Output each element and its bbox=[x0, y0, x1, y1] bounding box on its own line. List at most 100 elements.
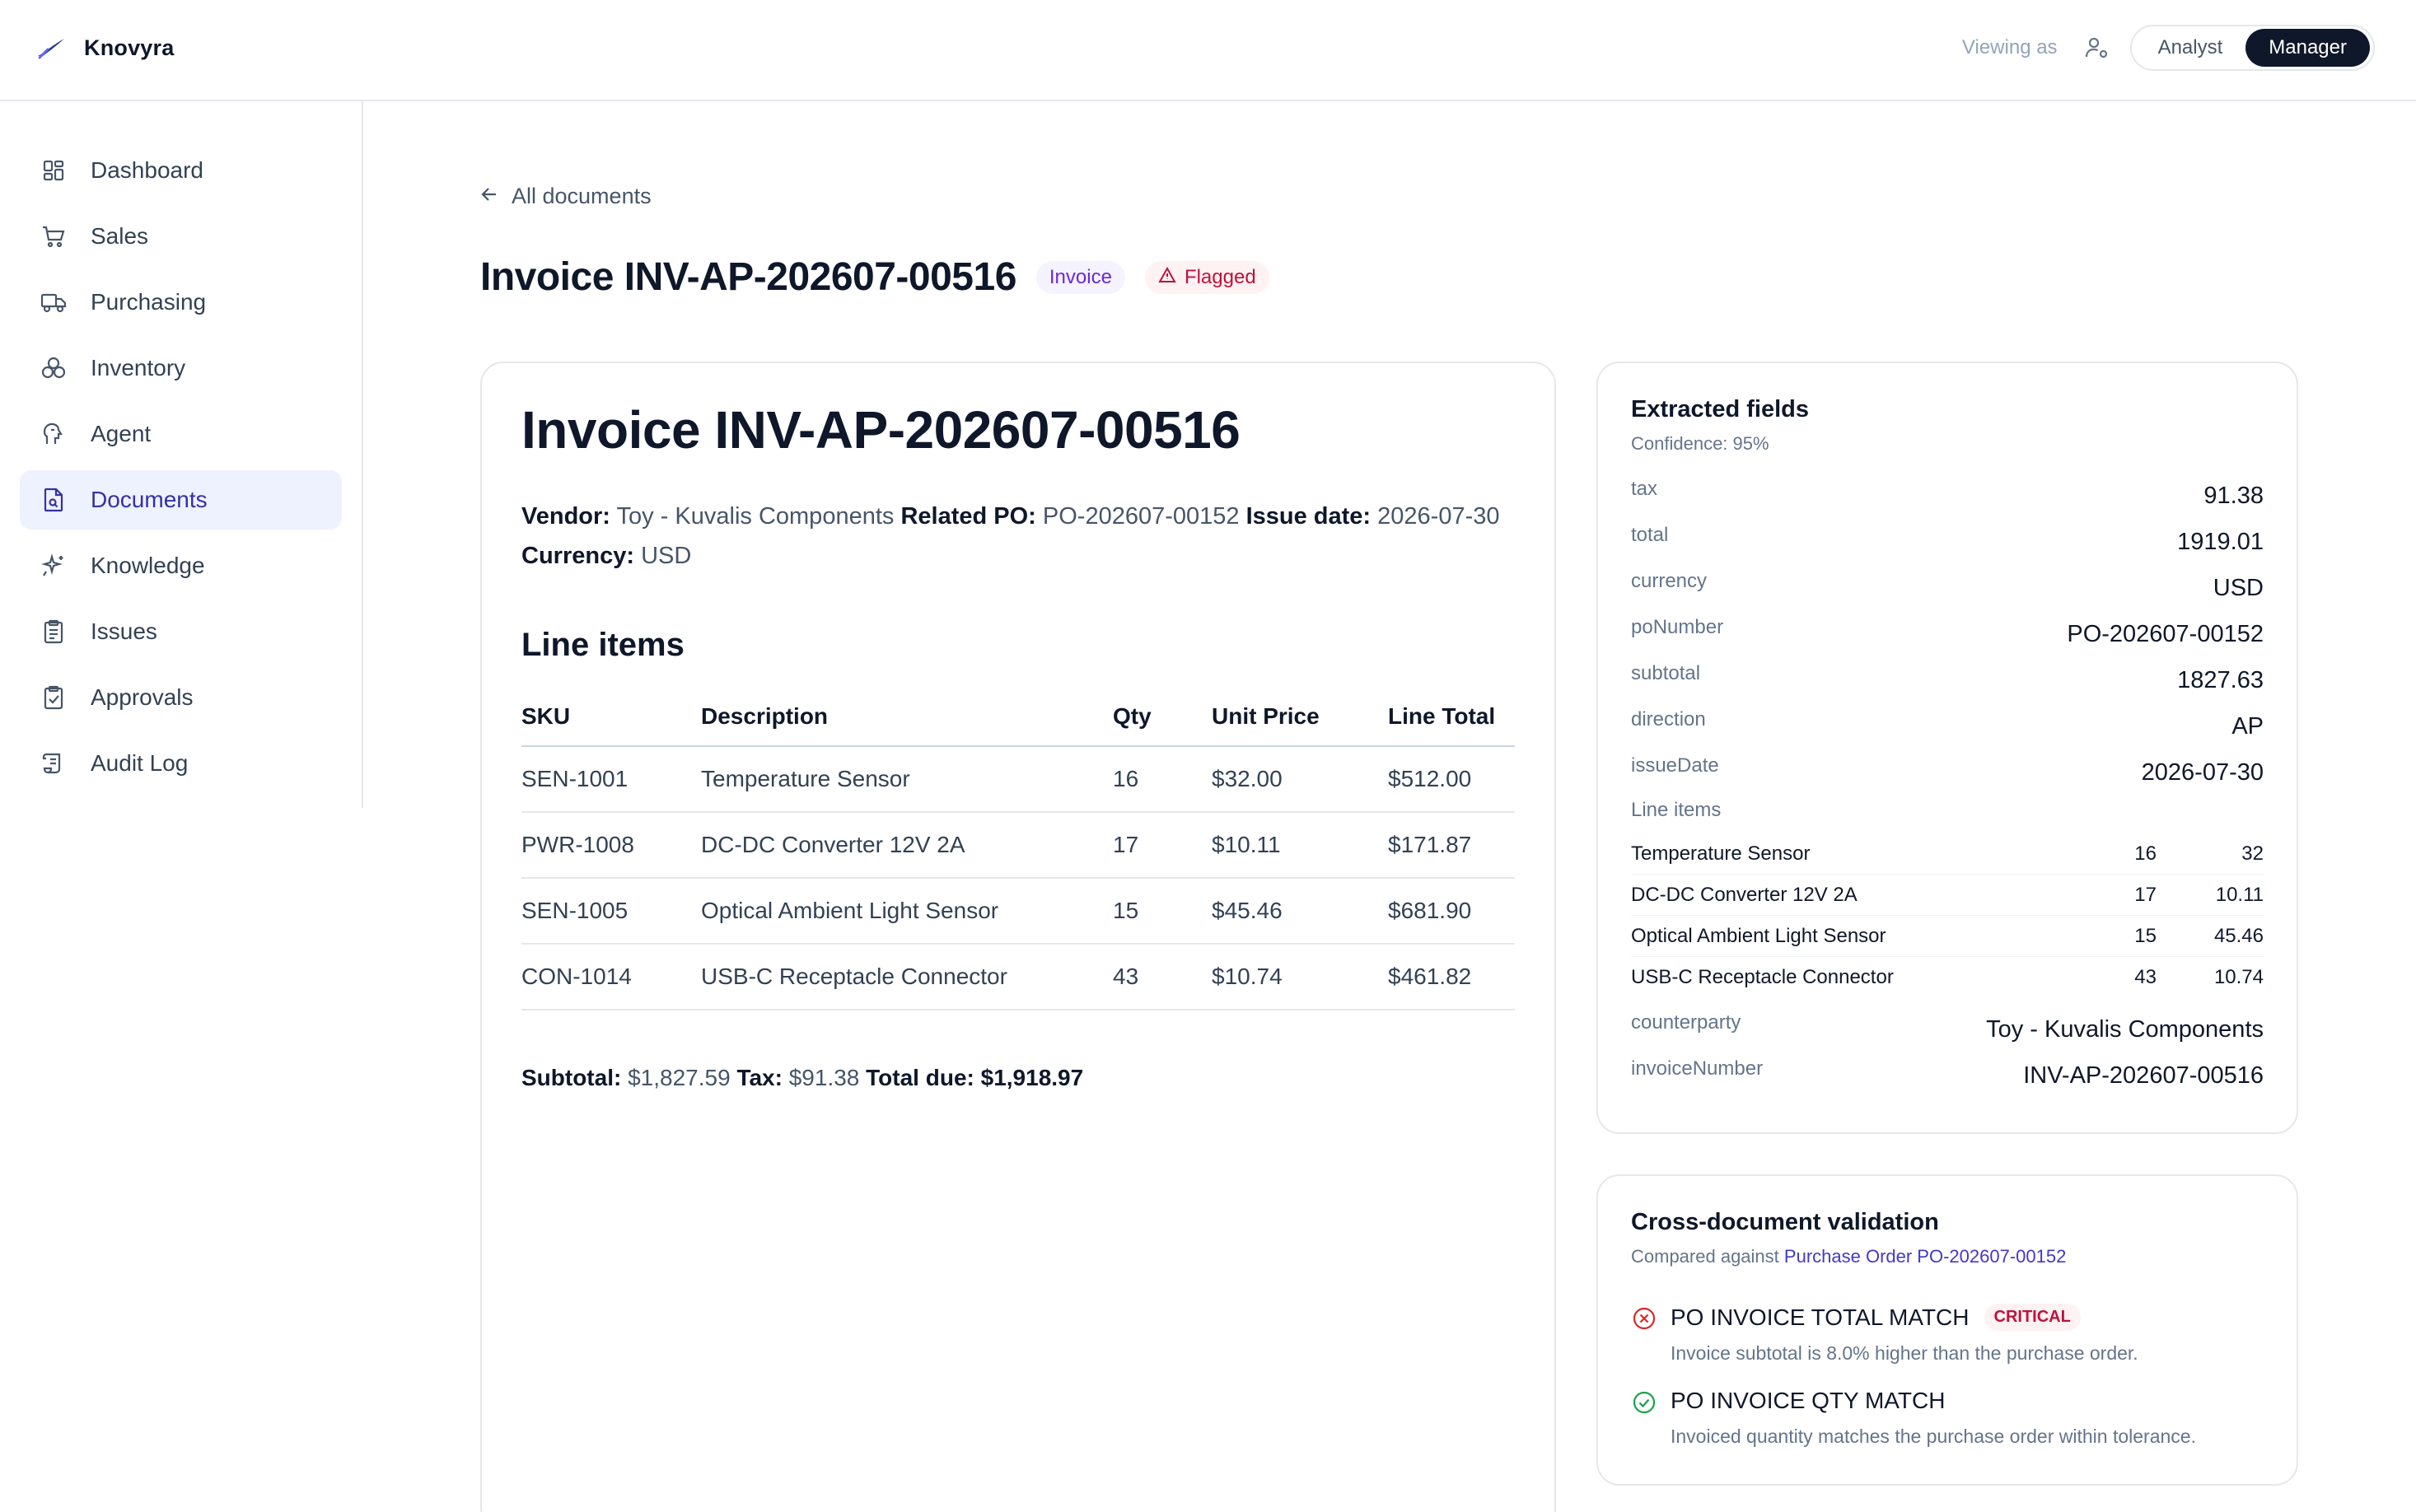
sidebar-item-agent[interactable]: Agent bbox=[20, 404, 342, 464]
line-total-cell: $512.00 bbox=[1388, 746, 1515, 813]
check-title: PO INVOICE TOTAL MATCH CRITICAL bbox=[1671, 1304, 2138, 1331]
field-row-issue-date: issueDate 2026-07-30 bbox=[1631, 753, 2264, 799]
boxes-icon bbox=[40, 354, 68, 382]
back-link[interactable]: All documents bbox=[480, 184, 652, 209]
field-key: invoiceNumber bbox=[1631, 1057, 1764, 1080]
tax-value: $91.38 bbox=[788, 1065, 860, 1090]
sparkle-icon bbox=[40, 552, 68, 580]
sidebar-item-knowledge[interactable]: Knowledge bbox=[20, 536, 342, 595]
sidebar-item-issues[interactable]: Issues bbox=[20, 602, 342, 661]
sidebar-item-dashboard[interactable]: Dashboard bbox=[20, 141, 342, 200]
item-qty: 17 bbox=[2134, 883, 2157, 906]
sidebar-item-label: Audit Log bbox=[91, 750, 189, 776]
list-item: DC-DC Converter 12V 2A 17 10.11 bbox=[1631, 875, 2264, 916]
unit-price-cell: $45.46 bbox=[1212, 878, 1388, 945]
tax-label: Tax: bbox=[736, 1065, 783, 1090]
confidence-text: Confidence: 95% bbox=[1631, 433, 1769, 454]
sidebar-item-label: Inventory bbox=[91, 355, 186, 380]
field-key: tax bbox=[1631, 478, 1658, 500]
extracted-fields-title: Extracted fields bbox=[1631, 396, 1809, 422]
brand[interactable]: Knovyra bbox=[36, 30, 174, 66]
table-header-row: SKU Description Qty Unit Price Line Tota… bbox=[521, 687, 1515, 747]
item-price: 10.11 bbox=[2215, 883, 2264, 906]
role-switcher: Viewing as Analyst Manager bbox=[1962, 25, 2416, 71]
clipboard-list-icon bbox=[40, 618, 68, 646]
sidebar-item-inventory[interactable]: Inventory bbox=[20, 338, 342, 398]
sidebar-item-documents[interactable]: Documents bbox=[20, 470, 342, 530]
field-value: 91.38 bbox=[2203, 483, 2264, 509]
item-name: USB-C Receptacle Connector bbox=[1631, 966, 1894, 988]
back-link-label: All documents bbox=[512, 184, 652, 208]
check-title-text: PO INVOICE QTY MATCH bbox=[1671, 1388, 1946, 1413]
purchase-order-link[interactable]: Purchase Order PO-202607-00152 bbox=[1784, 1246, 2066, 1267]
total-due-value: $1,918.97 bbox=[980, 1065, 1084, 1090]
item-qty: 15 bbox=[2134, 924, 2157, 947]
field-row-total: total 1919.01 bbox=[1631, 522, 2264, 568]
validation-card: Cross-document validation Compared again… bbox=[1596, 1174, 2298, 1486]
item-qty: 43 bbox=[2134, 966, 2157, 988]
description-cell: DC-DC Converter 12V 2A bbox=[701, 812, 1113, 879]
brain-icon bbox=[40, 420, 68, 448]
field-key: poNumber bbox=[1631, 616, 1724, 638]
document-type-badge: Invoice bbox=[1035, 260, 1125, 294]
cart-icon bbox=[40, 222, 68, 250]
validation-check-qty: PO INVOICE QTY MATCH Invoiced quantity m… bbox=[1631, 1388, 2264, 1448]
table-row: PWR-1008 DC-DC Converter 12V 2A 17 $10.1… bbox=[521, 812, 1515, 879]
column-header: SKU bbox=[521, 687, 701, 747]
field-key: direction bbox=[1631, 708, 1706, 730]
field-key: currency bbox=[1631, 570, 1708, 592]
field-key: subtotal bbox=[1631, 662, 1701, 684]
field-key: counterparty bbox=[1631, 1011, 1741, 1034]
sidebar: Dashboard Sales Purchasing Inventory Age… bbox=[0, 101, 363, 808]
field-value: Toy - Kuvalis Components bbox=[1986, 1016, 2264, 1043]
field-row-direction: direction AP bbox=[1631, 707, 2264, 753]
sidebar-item-approvals[interactable]: Approvals bbox=[20, 668, 342, 727]
item-price: 32 bbox=[2241, 842, 2264, 865]
compared-prefix: Compared against bbox=[1631, 1246, 1779, 1267]
line-total-cell: $461.82 bbox=[1388, 944, 1515, 1010]
sidebar-item-label: Agent bbox=[91, 421, 152, 446]
sidebar-item-sales[interactable]: Sales bbox=[20, 207, 342, 266]
user-settings-icon bbox=[2082, 33, 2112, 63]
sidebar-item-label: Documents bbox=[91, 487, 208, 512]
field-row-counterparty: counterparty Toy - Kuvalis Components bbox=[1631, 1010, 2264, 1056]
vendor-label: Vendor: bbox=[521, 503, 610, 530]
item-name: Optical Ambient Light Sensor bbox=[1631, 924, 1886, 947]
truck-icon bbox=[40, 288, 68, 316]
main-content: All documents Invoice INV-AP-202607-0051… bbox=[365, 101, 2416, 1512]
clipboard-check-icon bbox=[40, 684, 68, 712]
document-totals: Subtotal: $1,827.59 Tax: $91.38 Total du… bbox=[521, 1065, 1515, 1091]
sku-cell: SEN-1005 bbox=[521, 878, 701, 945]
vendor-value: Toy - Kuvalis Components bbox=[616, 503, 895, 530]
sku-cell: CON-1014 bbox=[521, 944, 701, 1010]
viewing-as-label: Viewing as bbox=[1961, 36, 2058, 58]
unit-price-cell: $10.74 bbox=[1212, 944, 1388, 1010]
field-value: PO-202607-00152 bbox=[2067, 621, 2264, 647]
field-value: 1827.63 bbox=[2177, 667, 2264, 693]
sidebar-item-purchasing[interactable]: Purchasing bbox=[20, 273, 342, 332]
list-item: Temperature Sensor 16 32 bbox=[1631, 833, 2264, 875]
sidebar-item-label: Dashboard bbox=[91, 157, 203, 183]
description-cell: Temperature Sensor bbox=[701, 746, 1113, 813]
issue-date-value: 2026-07-30 bbox=[1377, 503, 1500, 530]
document-meta: Vendor: Toy - Kuvalis Components Related… bbox=[521, 497, 1518, 576]
extracted-fields-card: Extracted fields Confidence: 95% tax 91.3… bbox=[1596, 362, 2298, 1134]
table-row: SEN-1001 Temperature Sensor 16 $32.00 $5… bbox=[521, 746, 1515, 813]
role-analyst-button[interactable]: Analyst bbox=[2135, 29, 2246, 67]
sidebar-item-label: Knowledge bbox=[91, 553, 205, 578]
top-bar: Knovyra Viewing as Analyst Manager bbox=[0, 0, 2416, 101]
sidebar-item-label: Sales bbox=[91, 223, 149, 249]
line-items-heading: Line items bbox=[521, 627, 685, 663]
x-circle-icon bbox=[1631, 1305, 1657, 1332]
role-manager-button[interactable]: Manager bbox=[2245, 29, 2370, 67]
field-key: issueDate bbox=[1631, 754, 1719, 777]
subtotal-value: $1,827.59 bbox=[628, 1065, 731, 1090]
sidebar-item-label: Purchasing bbox=[91, 289, 207, 315]
item-name: Temperature Sensor bbox=[1631, 842, 1811, 865]
description-cell: USB-C Receptacle Connector bbox=[701, 944, 1113, 1010]
related-po-value: PO-202607-00152 bbox=[1042, 503, 1240, 530]
qty-cell: 43 bbox=[1113, 944, 1212, 1010]
total-due-label: Total due: bbox=[866, 1065, 974, 1090]
table-row: CON-1014 USB-C Receptacle Connector 43 $… bbox=[521, 944, 1515, 1010]
sidebar-item-audit-log[interactable]: Audit Log bbox=[20, 734, 342, 793]
